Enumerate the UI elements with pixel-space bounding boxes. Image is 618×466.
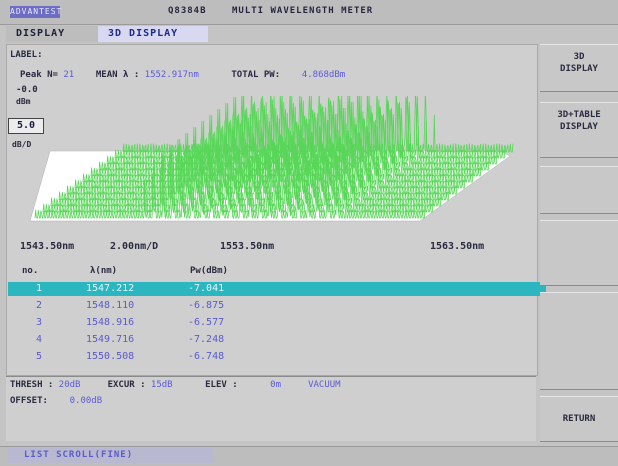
- row-number: 3: [36, 317, 43, 328]
- model-number: Q8384B: [168, 6, 207, 16]
- excur-value: 15dB: [150, 380, 173, 390]
- brand-logo: ADVANTEST: [10, 6, 63, 18]
- spectrum-trace: [122, 96, 514, 154]
- peak-count-value: 21: [63, 70, 75, 80]
- table-header: no. λ(nm) Pw(dBm): [22, 266, 228, 276]
- softkey-return[interactable]: RETURN: [540, 396, 618, 442]
- table-row[interactable]: 4 1549.716 -7.248: [8, 333, 546, 347]
- thresh-value: 20dB: [58, 380, 81, 390]
- total-power-value: 4.868dBm: [301, 70, 346, 80]
- offset-label: OFFSET:: [10, 396, 48, 406]
- reference-level: -0.0: [16, 85, 38, 95]
- scale-unit: dB/D: [12, 140, 32, 149]
- row-power: -7.248: [188, 334, 225, 345]
- col-no-header: no.: [22, 266, 39, 276]
- offset-value: 0.00dB: [69, 396, 103, 406]
- col-power-header: Pw(dBm): [190, 266, 228, 276]
- x-step-label: 2.00nm/D: [110, 241, 159, 252]
- threshold-row: THRESH : 20dB EXCUR : 15dB ELEV : 0m VAC…: [10, 380, 341, 390]
- row-number: 5: [36, 351, 43, 362]
- col-wavelength-header: λ(nm): [90, 266, 118, 276]
- softkey-blank-3[interactable]: [540, 166, 618, 214]
- softkey-blank-4[interactable]: [540, 220, 618, 286]
- row-number: 4: [36, 334, 43, 345]
- row-number: 1: [36, 283, 43, 294]
- table-row[interactable]: 1 1547.212 -7.041: [8, 282, 546, 296]
- elev-label: ELEV :: [205, 380, 238, 390]
- softkey-3d-table-display[interactable]: 3D+TABLE DISPLAY: [540, 102, 618, 158]
- table-row[interactable]: 2 1548.110 -6.875: [8, 299, 546, 313]
- mean-wavelength-value: 1552.917nm: [144, 70, 199, 80]
- reference-unit: dBm: [16, 97, 31, 106]
- total-power-label: TOTAL PW:: [231, 70, 281, 80]
- measurement-info-row: Peak N= 21 MEAN λ : 1552.917nm TOTAL PW:…: [20, 70, 345, 80]
- row-wavelength: 1547.212: [86, 283, 135, 294]
- row-power: -7.041: [188, 283, 225, 294]
- softkey-panel: 3D DISPLAY 3D+TABLE DISPLAY RETURN: [540, 44, 618, 446]
- row-power: -6.577: [188, 317, 225, 328]
- row-wavelength: 1550.508: [86, 351, 135, 362]
- app-title: MULTI WAVELENGTH METER: [232, 6, 374, 16]
- thresh-label: THRESH :: [10, 380, 54, 390]
- x-start-label: 1543.50nm: [20, 241, 75, 252]
- mean-wavelength-label: MEAN λ :: [95, 70, 140, 80]
- list-scroll-indicator: LIST SCROLL(FINE): [8, 448, 214, 463]
- row-wavelength: 1548.916: [86, 317, 135, 328]
- row-power: -6.875: [188, 300, 225, 311]
- elev-value: 0m: [270, 380, 281, 390]
- softkey-blank-5[interactable]: [540, 292, 618, 390]
- peak-count-label: Peak N=: [20, 70, 58, 80]
- row-number: 2: [36, 300, 43, 311]
- tab-display[interactable]: DISPLAY: [6, 26, 108, 42]
- row-wavelength: 1549.716: [86, 334, 135, 345]
- excur-label: EXCUR :: [107, 380, 146, 390]
- row-power: -6.748: [188, 351, 225, 362]
- 3d-spectrum-chart: [30, 96, 514, 222]
- medium-value: VACUUM: [308, 380, 341, 390]
- x-end-label: 1563.50nm: [430, 241, 485, 252]
- table-row[interactable]: 5 1550.508 -6.748: [8, 350, 546, 364]
- label-field: LABEL:: [10, 50, 43, 60]
- table-row[interactable]: 3 1548.916 -6.577: [8, 316, 546, 330]
- softkey-3d-display[interactable]: 3D DISPLAY: [540, 44, 618, 92]
- tab-3d-display[interactable]: 3D DISPLAY: [98, 26, 208, 42]
- x-center-label: 1553.50nm: [220, 241, 275, 252]
- offset-row: OFFSET: 0.00dB: [10, 396, 102, 406]
- row-wavelength: 1548.110: [86, 300, 135, 311]
